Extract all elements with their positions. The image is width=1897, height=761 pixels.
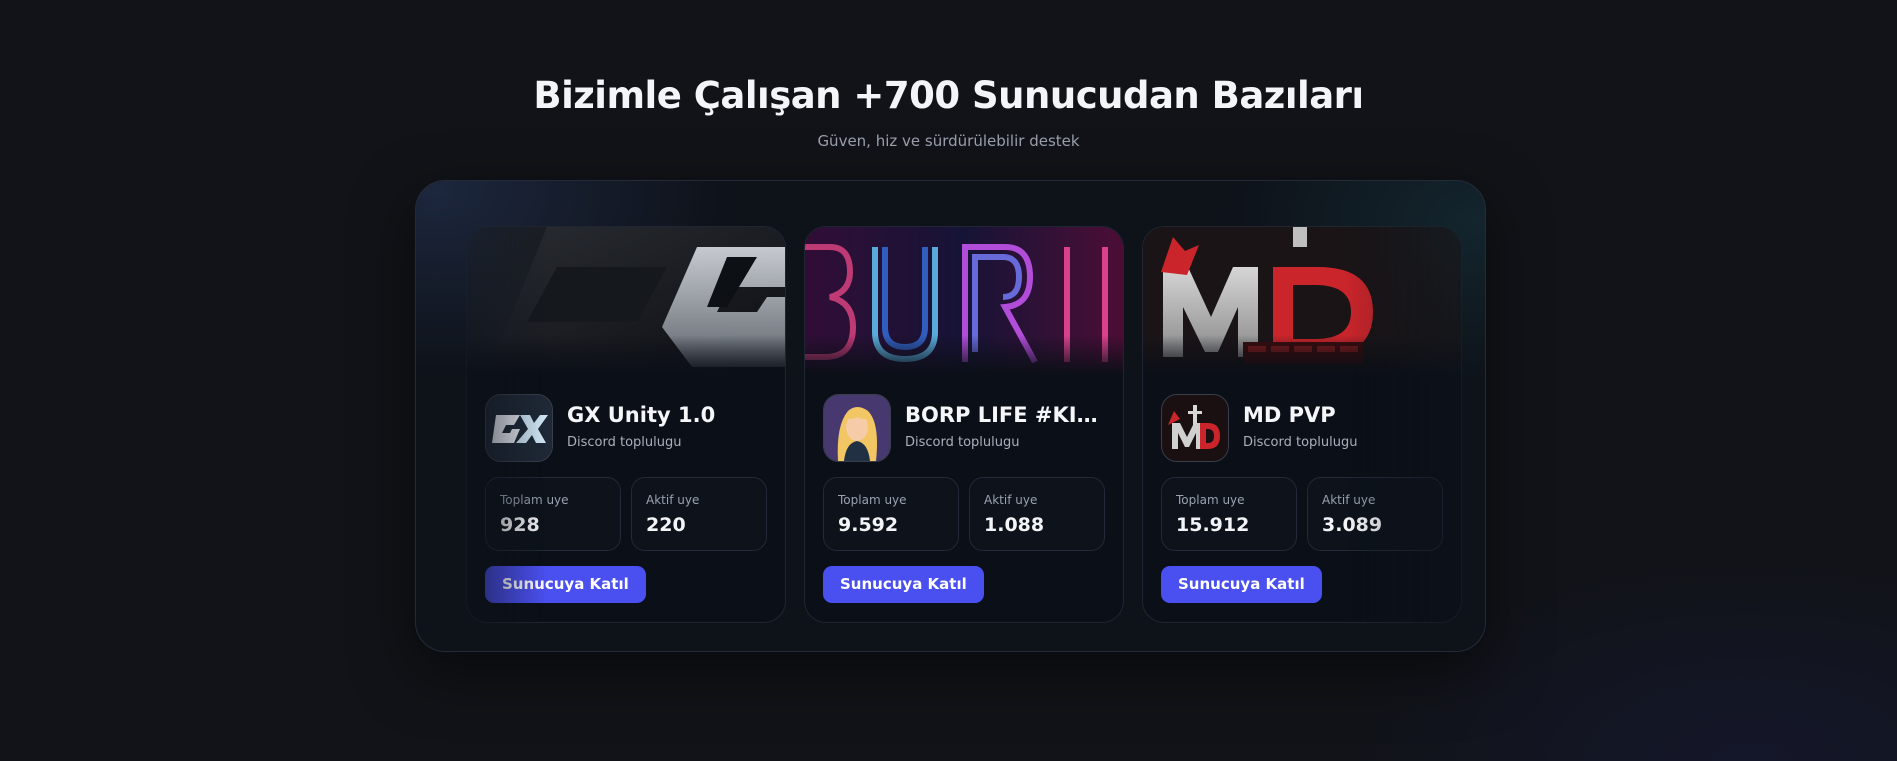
server-avatar [485, 394, 553, 462]
active-members-label: Aktif uye [984, 493, 1038, 507]
total-members-label: Toplam uye [500, 493, 569, 507]
join-server-button[interactable]: Sunucuya Katıl [485, 566, 646, 603]
total-members-stat: Toplam uye 9.592 [823, 477, 959, 551]
server-card-gx-unity: GX Unity 1.0 Discord toplulugu Toplam uy… [466, 226, 786, 623]
server-type: Discord toplulugu [1243, 435, 1358, 450]
total-members-value: 15.912 [1176, 514, 1250, 536]
server-banner-image [467, 227, 785, 375]
server-card-borp-life: BORP LIFE #KISA ... Discord toplulugu To… [804, 226, 1124, 623]
server-name: GX Unity 1.0 [567, 403, 716, 427]
server-carousel[interactable]: GX Unity 1.0 Discord toplulugu Toplam uy… [466, 226, 1485, 623]
total-members-stat: Toplam uye 928 [485, 477, 621, 551]
section-title: Bizimle Çalışan +700 Sunucudan Bazıları [533, 74, 1364, 117]
section-subtitle: Güven, hiz ve sürdürülebilir destek [817, 132, 1080, 150]
active-members-label: Aktif uye [1322, 493, 1376, 507]
total-members-label: Toplam uye [1176, 493, 1245, 507]
server-card-md-pvp: MD PVP Discord toplulugu Toplam uye 15.9… [1142, 226, 1462, 623]
active-members-label: Aktif uye [646, 493, 700, 507]
active-members-stat: Aktif uye 3.089 [1307, 477, 1443, 551]
active-members-value: 220 [646, 514, 686, 536]
server-name: MD PVP [1243, 403, 1336, 427]
active-members-stat: Aktif uye 220 [631, 477, 767, 551]
join-server-button[interactable]: Sunucuya Katıl [1161, 566, 1322, 603]
join-server-button[interactable]: Sunucuya Katıl [823, 566, 984, 603]
total-members-value: 928 [500, 514, 540, 536]
active-members-stat: Aktif uye 1.088 [969, 477, 1105, 551]
server-banner-image [805, 227, 1123, 375]
server-type: Discord toplulugu [567, 435, 682, 450]
total-members-label: Toplam uye [838, 493, 907, 507]
server-type: Discord toplulugu [905, 435, 1020, 450]
total-members-value: 9.592 [838, 514, 899, 536]
server-name: BORP LIFE #KISA ... [905, 403, 1110, 427]
server-banner-image [1143, 227, 1461, 375]
active-members-value: 3.089 [1322, 514, 1383, 536]
server-showcase-panel: GX Unity 1.0 Discord toplulugu Toplam uy… [415, 180, 1486, 652]
active-members-value: 1.088 [984, 514, 1045, 536]
server-avatar [823, 394, 891, 462]
total-members-stat: Toplam uye 15.912 [1161, 477, 1297, 551]
server-avatar [1161, 394, 1229, 462]
